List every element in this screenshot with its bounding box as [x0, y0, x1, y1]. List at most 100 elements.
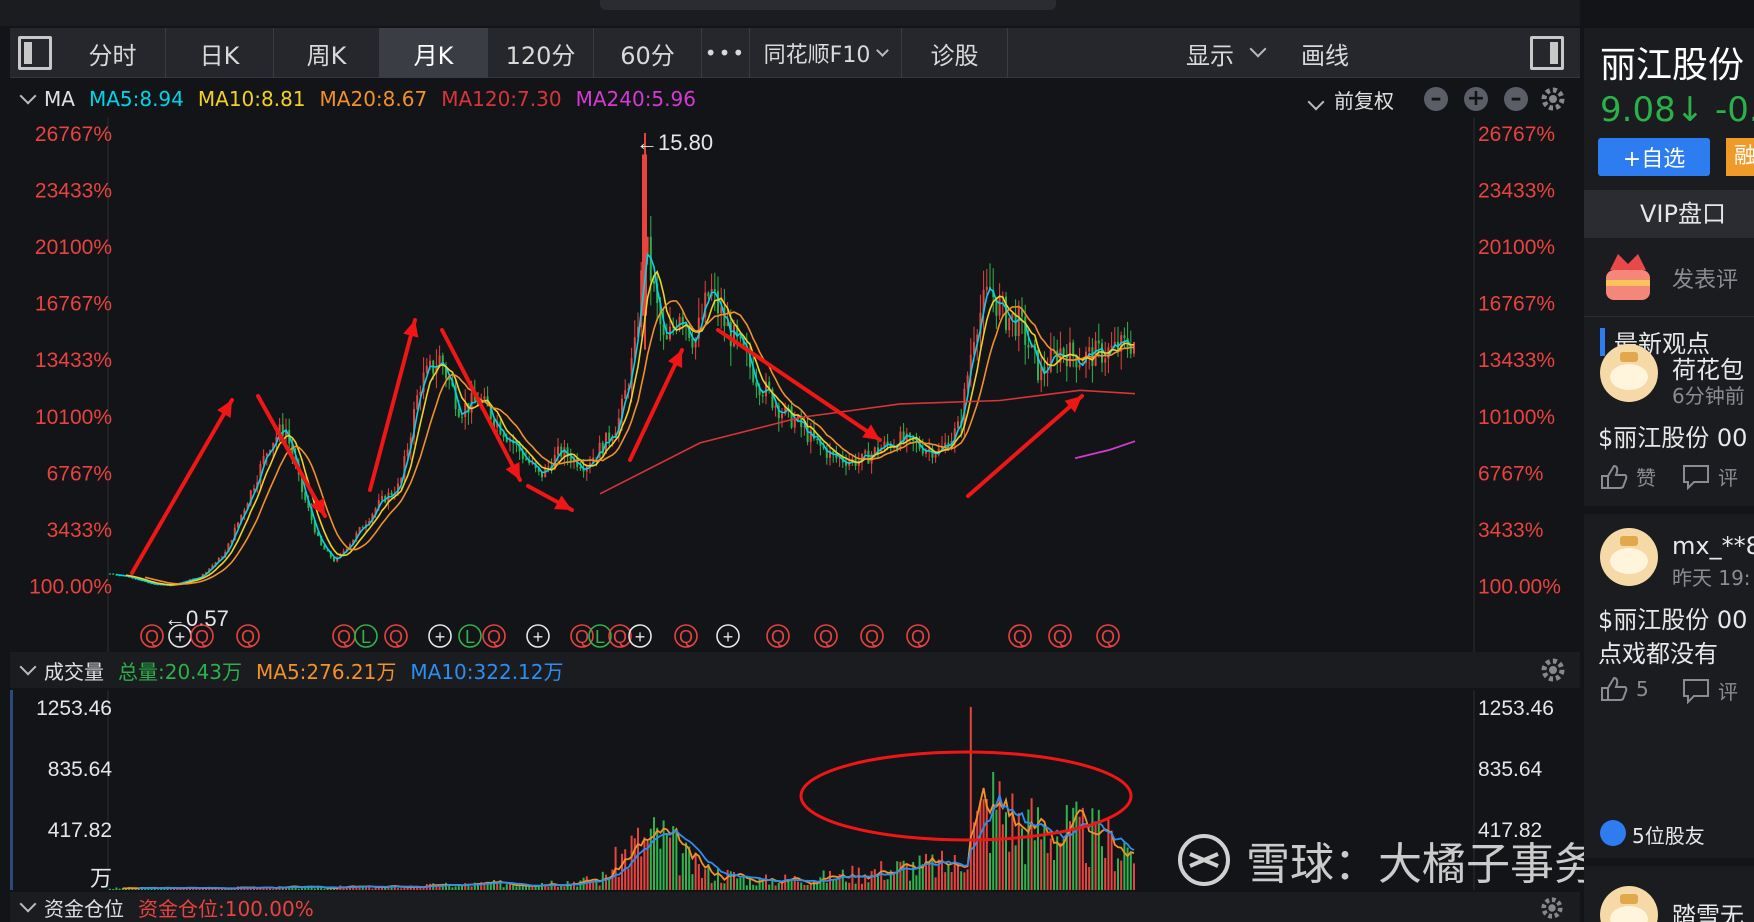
- avatar[interactable]: [1600, 344, 1658, 402]
- candle-body: [678, 316, 681, 329]
- volume-bar: [400, 888, 403, 890]
- tab-120min[interactable]: 120分: [488, 28, 594, 78]
- volume-bar: [617, 876, 620, 890]
- post-user[interactable]: mx_**8: [1672, 532, 1754, 560]
- volume-bar: [1088, 866, 1091, 890]
- volume-bar: [841, 869, 844, 890]
- volume-bar: [1129, 851, 1132, 890]
- volume-bar: [1024, 864, 1027, 890]
- candle-body: [1097, 340, 1100, 344]
- collapse-chevron-icon[interactable]: [19, 87, 37, 105]
- post-text[interactable]: $丽江股份 00: [1598, 418, 1747, 453]
- svg-text:Q: Q: [911, 627, 925, 647]
- post-text-line2[interactable]: 点戏都没有: [1598, 634, 1718, 669]
- layout-left-panel-icon[interactable]: [18, 36, 52, 70]
- gear-icon[interactable]: [1540, 86, 1566, 112]
- y-tick-label-right: 20100%: [1478, 236, 1555, 259]
- like-button[interactable]: 赞: [1600, 462, 1656, 491]
- candle-body: [483, 396, 486, 400]
- volume-bar: [797, 881, 799, 890]
- thumbs-up-icon: [1601, 676, 1628, 701]
- volume-bar: [118, 888, 121, 890]
- y-tick-label-left: 10100%: [35, 406, 112, 429]
- volume-tick-right: 835.64: [1478, 758, 1543, 781]
- like-button[interactable]: 5: [1600, 676, 1649, 702]
- tab-daily-k[interactable]: 日K: [166, 28, 274, 78]
- price-chart-bg: [10, 118, 1580, 652]
- y-tick-label-right: 26767%: [1478, 123, 1555, 146]
- candle-body: [461, 416, 463, 418]
- chevron-down-icon: [876, 44, 890, 57]
- comment-button[interactable]: 评: [1682, 676, 1738, 705]
- y-tick-label-left: 23433%: [35, 180, 112, 203]
- tab-monthly-k[interactable]: 月K: [380, 28, 488, 78]
- volume-bar: [1081, 807, 1084, 890]
- comment-prompt[interactable]: 发表评: [1672, 262, 1738, 294]
- draw-line-button[interactable]: 画线: [1280, 28, 1370, 78]
- y-tick-label-left: 13433%: [35, 349, 112, 372]
- search-pill[interactable]: [600, 0, 1056, 10]
- volume-bar: [505, 884, 508, 890]
- avatar[interactable]: [1600, 528, 1658, 586]
- tab-f10[interactable]: 同花顺F10: [750, 28, 902, 78]
- candle-body: [1078, 364, 1081, 368]
- volume-bar: [438, 886, 441, 890]
- candle-body: [665, 335, 668, 340]
- candle-body: [774, 405, 777, 408]
- candle-body: [557, 446, 559, 455]
- add-watchlist-button[interactable]: +自选: [1598, 138, 1710, 176]
- tab-60min[interactable]: 60分: [594, 28, 702, 78]
- volume-bar: [848, 882, 851, 890]
- tab-fenshi[interactable]: 分时: [60, 28, 166, 78]
- svg-text:Q: Q: [337, 627, 351, 647]
- svg-text:Q: Q: [389, 627, 403, 647]
- volume-bar: [905, 863, 908, 890]
- collapse-chevron-icon[interactable]: [19, 895, 37, 913]
- tab-diagnose[interactable]: 诊股: [902, 28, 1008, 78]
- margin-tag[interactable]: 融: [1726, 138, 1754, 176]
- layout-right-panel-icon[interactable]: [1530, 36, 1564, 70]
- volume-bar: [867, 882, 870, 890]
- candle-body: [464, 403, 467, 417]
- volume-bar: [723, 883, 726, 890]
- gear-icon[interactable]: [1540, 657, 1566, 683]
- volume-bar: [899, 861, 902, 890]
- volume-bar: [995, 809, 998, 890]
- display-dropdown[interactable]: 显示: [1170, 28, 1280, 78]
- svg-text:Q: Q: [487, 627, 501, 647]
- volume-bar: [301, 888, 303, 890]
- collapse-chevron-icon[interactable]: [19, 658, 37, 676]
- plus-circle-icon[interactable]: +: [1464, 87, 1488, 111]
- volume-bar: [704, 869, 707, 890]
- more-tabs-button[interactable]: •••: [702, 28, 750, 78]
- volume-bar: [800, 882, 803, 890]
- y-tick-label-right: 6767%: [1478, 462, 1543, 485]
- post-text[interactable]: $丽江股份 00: [1598, 600, 1747, 635]
- volume-bar: [115, 887, 118, 890]
- minus-circle-icon[interactable]: –: [1424, 87, 1448, 111]
- volume-bar: [1085, 863, 1087, 890]
- y-tick-label-left: 6767%: [47, 462, 112, 485]
- vip-panel-button[interactable]: VIP盘口: [1584, 190, 1754, 238]
- adjust-dropdown[interactable]: 前复权: [1307, 85, 1408, 114]
- volume-bar: [873, 869, 876, 890]
- comment-button[interactable]: 评: [1682, 462, 1738, 491]
- volume-bar: [982, 799, 985, 890]
- candle-body: [1049, 349, 1052, 372]
- tab-weekly-k[interactable]: 周K: [274, 28, 380, 78]
- minus-circle-icon[interactable]: –: [1504, 87, 1528, 111]
- volume-bar: [992, 771, 995, 890]
- svg-text:+: +: [635, 627, 646, 647]
- xueqiu-logo-icon: [1178, 834, 1230, 886]
- friends-liked[interactable]: 5位股友: [1632, 820, 1705, 849]
- price-chart[interactable]: 26767% 26767% 23433% 23433% 20100% 20100% 1676…: [0, 118, 1584, 652]
- post-user[interactable]: 踏雪无: [1672, 896, 1744, 922]
- post-time: 昨天 19:: [1672, 566, 1751, 590]
- avatar[interactable]: [1600, 886, 1658, 922]
- candle-body: [642, 154, 647, 316]
- gear-icon[interactable]: [1540, 896, 1564, 920]
- volume-bar: [934, 877, 937, 890]
- volume-bar: [515, 886, 518, 890]
- ma-indicator-row: MA MA5:8.94 MA10:8.81 MA20:8.67 MA120:7.…: [10, 82, 1580, 116]
- candle-body: [1104, 358, 1107, 363]
